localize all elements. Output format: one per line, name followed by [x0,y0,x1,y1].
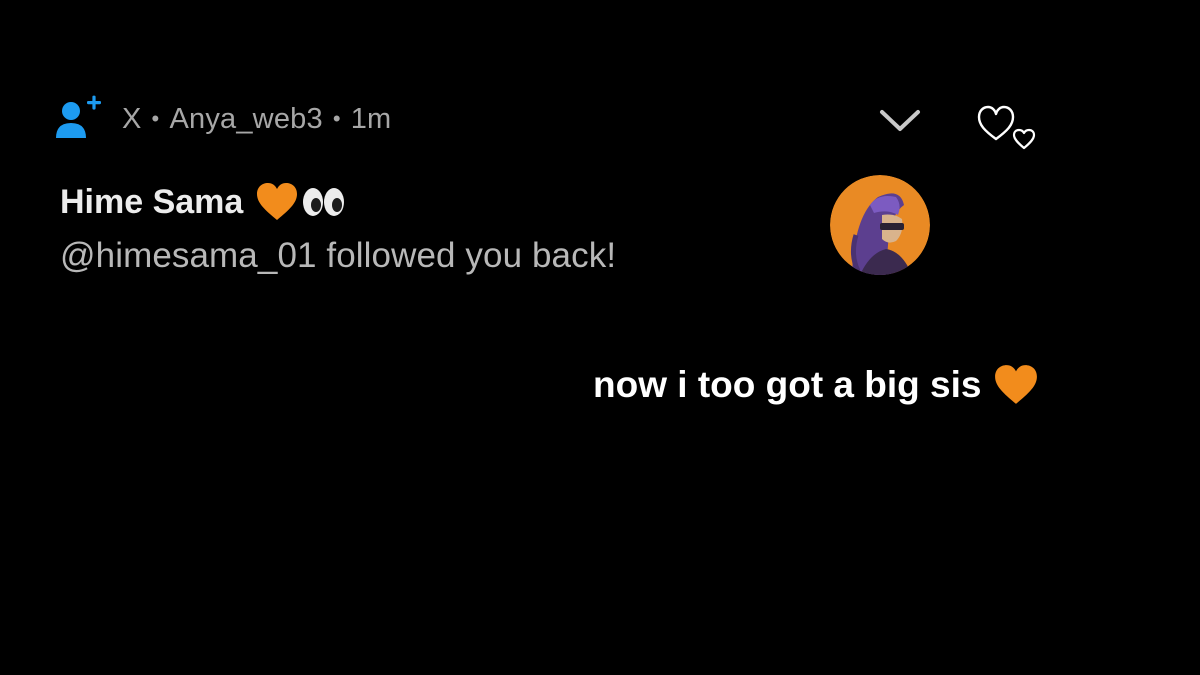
person-add-icon [56,95,101,138]
notification-message: @himesama_01 followed you back! [60,236,617,275]
orange-heart-emoji [257,183,298,220]
notification-meta: X • Anya_web3 • 1m [122,103,391,136]
expand-button[interactable] [876,100,924,140]
notification-time: 1m [350,102,392,135]
notification-title-row: Hime Sama [60,182,345,222]
hearts-doodle-icon [976,102,1042,154]
source-app-name: X [122,102,142,135]
separator-dot: • [151,106,160,131]
orange-heart-emoji [995,365,1038,404]
anime-girl-avatar[interactable] [830,175,930,275]
account-name: Anya_web3 [169,102,323,135]
eyes-emoji [303,188,345,216]
separator-dot: • [332,106,341,131]
notification-header: X • Anya_web3 • 1m [54,94,391,144]
chevron-down-icon [880,110,920,131]
caption-row: now i too got a big sis [593,364,1039,406]
notification-title: Hime Sama [60,182,244,221]
caption-text: now i too got a big sis [593,364,982,405]
